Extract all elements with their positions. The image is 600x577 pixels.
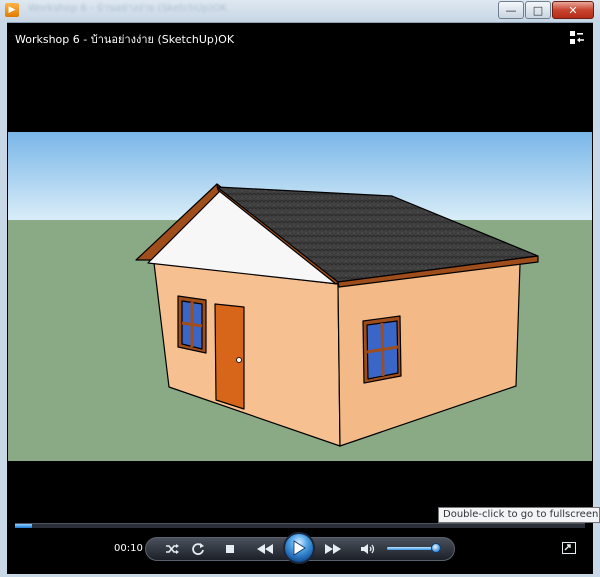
fullscreen-tooltip: Double-click to go to fullscreen, ctrl+ [438,507,600,523]
volume-slider[interactable] [387,543,441,553]
seek-bar[interactable] [15,523,585,528]
volume-level [387,547,436,550]
repeat-icon [192,543,204,555]
window-title: Workshop 6 - บ้านอย่างง่าย (SketchUp)OK … [28,3,228,14]
close-button[interactable]: ✕ [552,1,594,19]
stop-button[interactable] [220,540,240,558]
media-player-window: ▶ Workshop 6 - บ้านอย่างง่าย (SketchUp)O… [0,0,600,577]
previous-button[interactable] [254,540,276,558]
shuffle-icon [166,544,179,554]
shuffle-button[interactable] [162,540,182,558]
window-frame-right [593,22,600,577]
next-button[interactable] [322,540,344,558]
front-window [177,295,207,354]
seek-progress [15,524,33,528]
play-button[interactable] [283,532,315,564]
stop-icon [226,545,234,553]
previous-icon [257,544,273,554]
mute-button[interactable] [358,540,378,558]
maximize-button[interactable]: □ [525,1,551,19]
title-bar[interactable]: ▶ Workshop 6 - บ้านอย่างง่าย (SketchUp)O… [0,0,600,23]
switch-to-library-icon[interactable] [570,31,584,45]
window-frame-left [0,22,7,577]
video-title: Workshop 6 - บ้านอย่างง่าย (SketchUp)OK [15,33,235,46]
caption-buttons: — □ ✕ [497,1,594,19]
media-player-icon[interactable]: ▶ [5,3,19,17]
video-frame[interactable] [8,132,592,461]
elapsed-time: 00:10 [114,543,143,554]
minimize-button[interactable]: — [498,1,524,19]
door [214,303,245,410]
fullscreen-icon[interactable] [562,542,576,554]
speaker-icon [361,544,375,554]
play-icon [293,540,306,556]
repeat-button[interactable] [188,540,208,558]
side-window [362,315,402,384]
volume-thumb[interactable] [430,543,441,553]
next-icon [325,544,341,554]
